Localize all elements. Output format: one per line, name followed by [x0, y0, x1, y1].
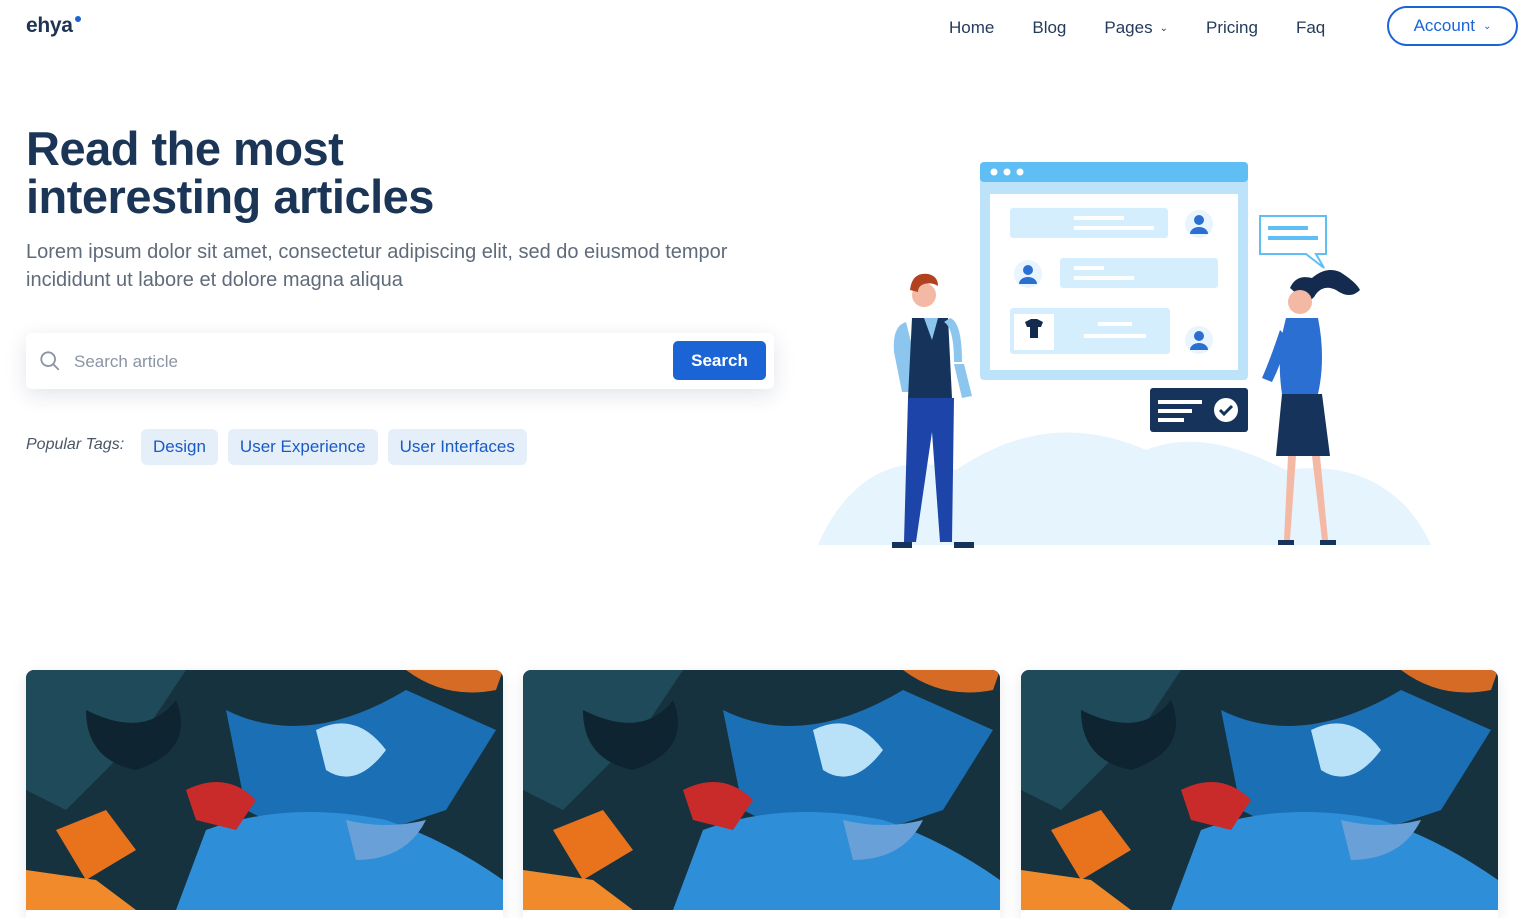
account-button[interactable]: Account ⌄ [1387, 6, 1518, 46]
nav-faq[interactable]: Faq [1296, 17, 1325, 39]
hero-title-line2: interesting articles [26, 170, 434, 223]
nav-pages-label: Pages [1104, 18, 1153, 37]
account-label: Account [1413, 16, 1476, 35]
search-input[interactable] [72, 344, 676, 380]
tag-user-experience[interactable]: User Experience [227, 429, 378, 465]
nav-blog[interactable]: Blog [1032, 17, 1066, 39]
hero-title-line1: Read the most [26, 122, 344, 175]
logo[interactable]: ehya [26, 14, 81, 38]
hero-title: Read the most interesting articles [26, 125, 626, 221]
hero-illustration [818, 162, 1431, 548]
tag-user-interfaces[interactable]: User Interfaces [387, 429, 527, 465]
article-card[interactable] [1021, 670, 1498, 918]
popular-tags-label: Popular Tags: [26, 436, 125, 453]
chevron-down-icon: ⌄ [1159, 22, 1168, 34]
logo-dot [74, 16, 81, 22]
search-icon [40, 351, 60, 371]
hero-subtitle: Lorem ipsum dolor sit amet, consectetur … [26, 241, 728, 291]
search-bar: Search [26, 333, 774, 389]
logo-text: ehya [26, 14, 73, 37]
nav-home[interactable]: Home [949, 17, 994, 39]
popular-tags: Design User Experience User Interfaces [141, 429, 527, 465]
article-image [523, 670, 1000, 910]
article-card[interactable] [523, 670, 1000, 918]
nav-pages[interactable]: Pages ⌄ [1104, 17, 1168, 39]
article-image [26, 670, 503, 910]
tag-design[interactable]: Design [141, 429, 218, 465]
article-image [1021, 670, 1498, 910]
main-nav: Home Blog Pages ⌄ Pricing Faq [930, 17, 1344, 39]
chevron-down-icon: ⌄ [1483, 20, 1492, 32]
search-button[interactable]: Search [673, 341, 766, 380]
nav-pricing[interactable]: Pricing [1206, 17, 1258, 39]
article-card[interactable] [26, 670, 503, 918]
